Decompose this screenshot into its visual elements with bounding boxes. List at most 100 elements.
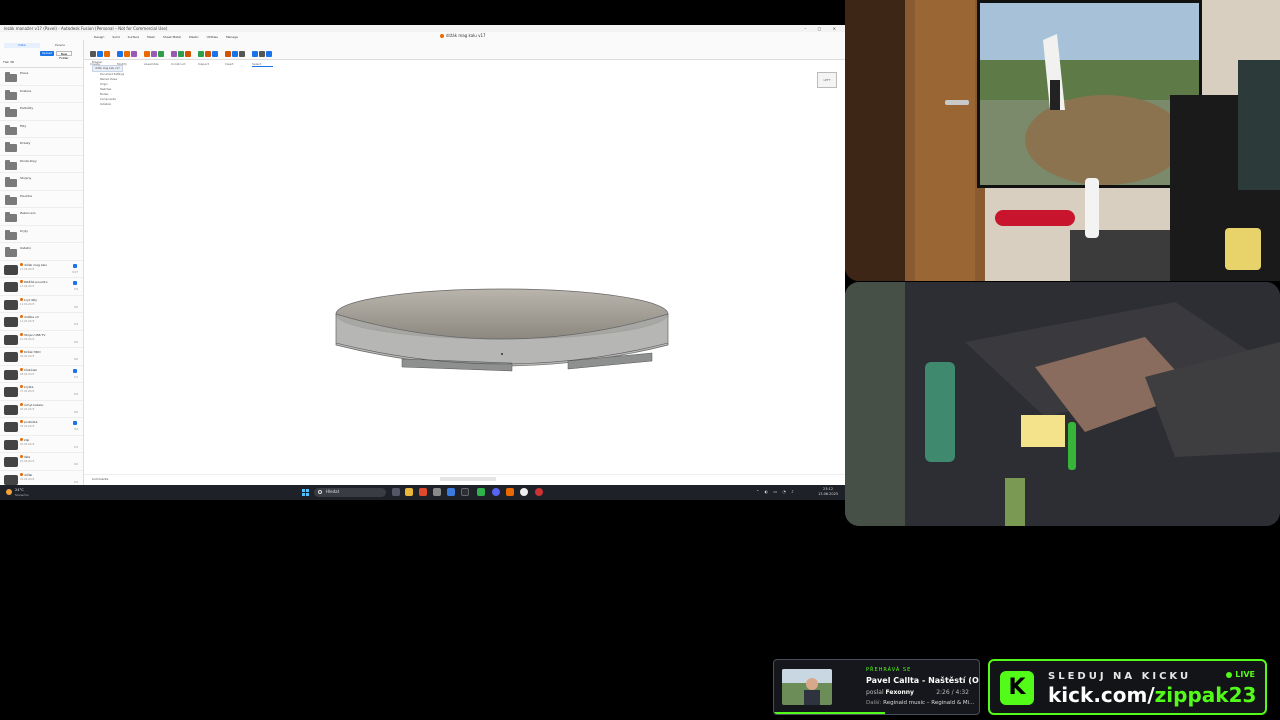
design-item[interactable]: držák mag kalu 13.06.2025 V17 (0, 261, 83, 278)
version-badge[interactable]: V3 (74, 322, 78, 326)
ribbon-tool-icon[interactable] (144, 51, 150, 57)
version-badge[interactable]: V4 (74, 427, 78, 431)
design-item[interactable]: drážka v3 12.06.2025 V3 (0, 313, 83, 331)
folder-item[interactable]: Dioda klipy (0, 156, 83, 173)
obs-icon[interactable] (535, 488, 543, 496)
task-view-icon[interactable] (392, 488, 400, 496)
ribbon-tool-icon[interactable] (124, 51, 130, 57)
app-icon[interactable] (433, 488, 441, 496)
browser-node[interactable]: Ovládání (92, 102, 152, 107)
tab-mesh[interactable]: Mesh (143, 34, 159, 40)
file-explorer-icon[interactable] (405, 488, 413, 496)
ribbon-tool-icon[interactable] (171, 51, 177, 57)
tab-utilities[interactable]: Utilities (203, 34, 222, 40)
ribbon-group-select[interactable]: Select (252, 42, 273, 67)
ribbon-tool-icon[interactable] (239, 51, 245, 57)
ribbon-group-construct[interactable]: Construct (171, 42, 192, 66)
folder-item[interactable]: Kryty (0, 226, 83, 243)
design-name: Stojan USB TV (20, 333, 45, 337)
folder-item[interactable]: Ostatní (0, 243, 83, 261)
version-badge[interactable]: V17 (72, 270, 78, 274)
play-icon[interactable] (477, 488, 485, 496)
ribbon-tool-icon[interactable] (185, 51, 191, 57)
upload-button[interactable]: Upload (40, 51, 54, 56)
design-item[interactable]: lišta 03.06.2025 V2 (0, 453, 83, 471)
comments-panel[interactable]: Comments (92, 477, 108, 481)
ribbon-tool-icon[interactable] (131, 51, 137, 57)
version-badge[interactable]: V3 (74, 392, 78, 396)
ribbon-tool-icon[interactable] (212, 51, 218, 57)
version-badge[interactable]: V5 (74, 340, 78, 344)
ribbon-tool-icon[interactable] (104, 51, 110, 57)
ribbon-tool-icon[interactable] (266, 51, 272, 57)
folder-item[interactable]: Krabice (0, 86, 83, 103)
version-badge[interactable]: V1 (74, 445, 78, 449)
design-item[interactable]: klip 04.06.2025 V1 (0, 436, 83, 453)
tab-plastic[interactable]: Plastic (185, 34, 203, 40)
taskbar-search[interactable]: Hledat (314, 488, 386, 497)
chrome-icon[interactable] (520, 488, 528, 496)
design-item[interactable]: kryt lišty 12.06.2025 V2 (0, 296, 83, 313)
weather-widget[interactable]: 24°C Slunečno (4, 487, 44, 498)
model-viewport[interactable] (330, 287, 675, 382)
version-badge[interactable]: V4 (74, 287, 78, 291)
design-name: kryt lišty (20, 298, 37, 302)
tab-solid[interactable]: Solid (108, 34, 123, 40)
design-item[interactable]: hřebínek 08.06.2025 V1 (0, 366, 83, 383)
tab-people[interactable]: People (42, 43, 78, 48)
folder-item[interactable]: Stojany (0, 173, 83, 191)
tab-surface[interactable]: Surface (124, 34, 143, 40)
fusion-icon[interactable] (506, 488, 514, 496)
app-icon[interactable] (447, 488, 455, 496)
ribbon-tool-icon[interactable] (205, 51, 211, 57)
discord-icon[interactable] (492, 488, 500, 496)
tray-icons[interactable]: ⌃ ◐ ▭ ◔ ♪ (756, 489, 796, 494)
design-item[interactable]: Stojan USB TV 10.06.2025 V5 (0, 331, 83, 348)
design-item[interactable]: krytka 07.06.2025 V3 (0, 383, 83, 401)
ribbon-tool-icon[interactable] (97, 51, 103, 57)
design-item[interactable]: úchyt kabelu 06.06.2025 V2 (0, 401, 83, 418)
folder-item[interactable]: Pouzdra (0, 191, 83, 208)
design-item[interactable]: podložka 05.06.2025 V4 (0, 418, 83, 436)
ribbon-tool-icon[interactable] (198, 51, 204, 57)
ribbon-tool-icon[interactable] (178, 51, 184, 57)
brave-icon[interactable] (419, 488, 427, 496)
design-item[interactable]: DRŽÁK pouzdro 13.06.2025 V4 (0, 278, 83, 296)
ribbon-group-insert[interactable]: Insert (225, 42, 246, 66)
start-button[interactable] (302, 489, 309, 496)
browser-root[interactable]: držák mag kalu v17 (92, 65, 152, 72)
version-badge[interactable]: V1 (74, 480, 78, 484)
navigation-toolbar[interactable] (440, 477, 496, 481)
window-controls[interactable]: – ▢ ✕ (804, 25, 841, 32)
tab-data[interactable]: Data (4, 43, 40, 48)
ribbon-tool-icon[interactable] (151, 51, 157, 57)
ribbon-tool-icon[interactable] (232, 51, 238, 57)
follow-text: SLEDUJ NA KICKU (1048, 671, 1192, 682)
new-folder-button[interactable]: New Folder (56, 51, 72, 60)
folder-item[interactable]: Praca (0, 68, 83, 86)
version-badge[interactable]: V2 (74, 357, 78, 361)
ribbon-tool-icon[interactable] (158, 51, 164, 57)
tab-design[interactable]: Design (90, 34, 108, 40)
version-badge[interactable]: V1 (74, 375, 78, 379)
version-badge[interactable]: V2 (74, 410, 78, 414)
version-badge[interactable]: V2 (74, 462, 78, 466)
folder-item[interactable]: Filty (0, 121, 83, 138)
tab-sheet-metal[interactable]: Sheet Metal (159, 34, 185, 40)
folder-item[interactable]: Zakonceni (0, 208, 83, 226)
tab-manage[interactable]: Manage (222, 34, 242, 40)
ribbon-tool-icon[interactable] (117, 51, 123, 57)
clock[interactable]: 23:12 13.06.2025 (818, 487, 838, 497)
design-item[interactable]: Držák HDD 09.06.2025 V2 (0, 348, 83, 366)
ribbon-group-inspect[interactable]: Inspect (198, 42, 219, 66)
folder-item[interactable]: Drzaky (0, 138, 83, 156)
terminal-icon[interactable] (461, 488, 469, 496)
viewcube[interactable]: LEFT (817, 72, 837, 88)
ribbon-tool-icon[interactable] (259, 51, 265, 57)
version-badge[interactable]: V2 (74, 305, 78, 309)
folder-item[interactable]: Podložky (0, 103, 83, 121)
ribbon-tool-icon[interactable] (225, 51, 231, 57)
ribbon-tool-icon[interactable] (252, 51, 258, 57)
document-tab[interactable]: držák mag kalu v17 (440, 32, 486, 39)
ribbon-tool-icon[interactable] (90, 51, 96, 57)
